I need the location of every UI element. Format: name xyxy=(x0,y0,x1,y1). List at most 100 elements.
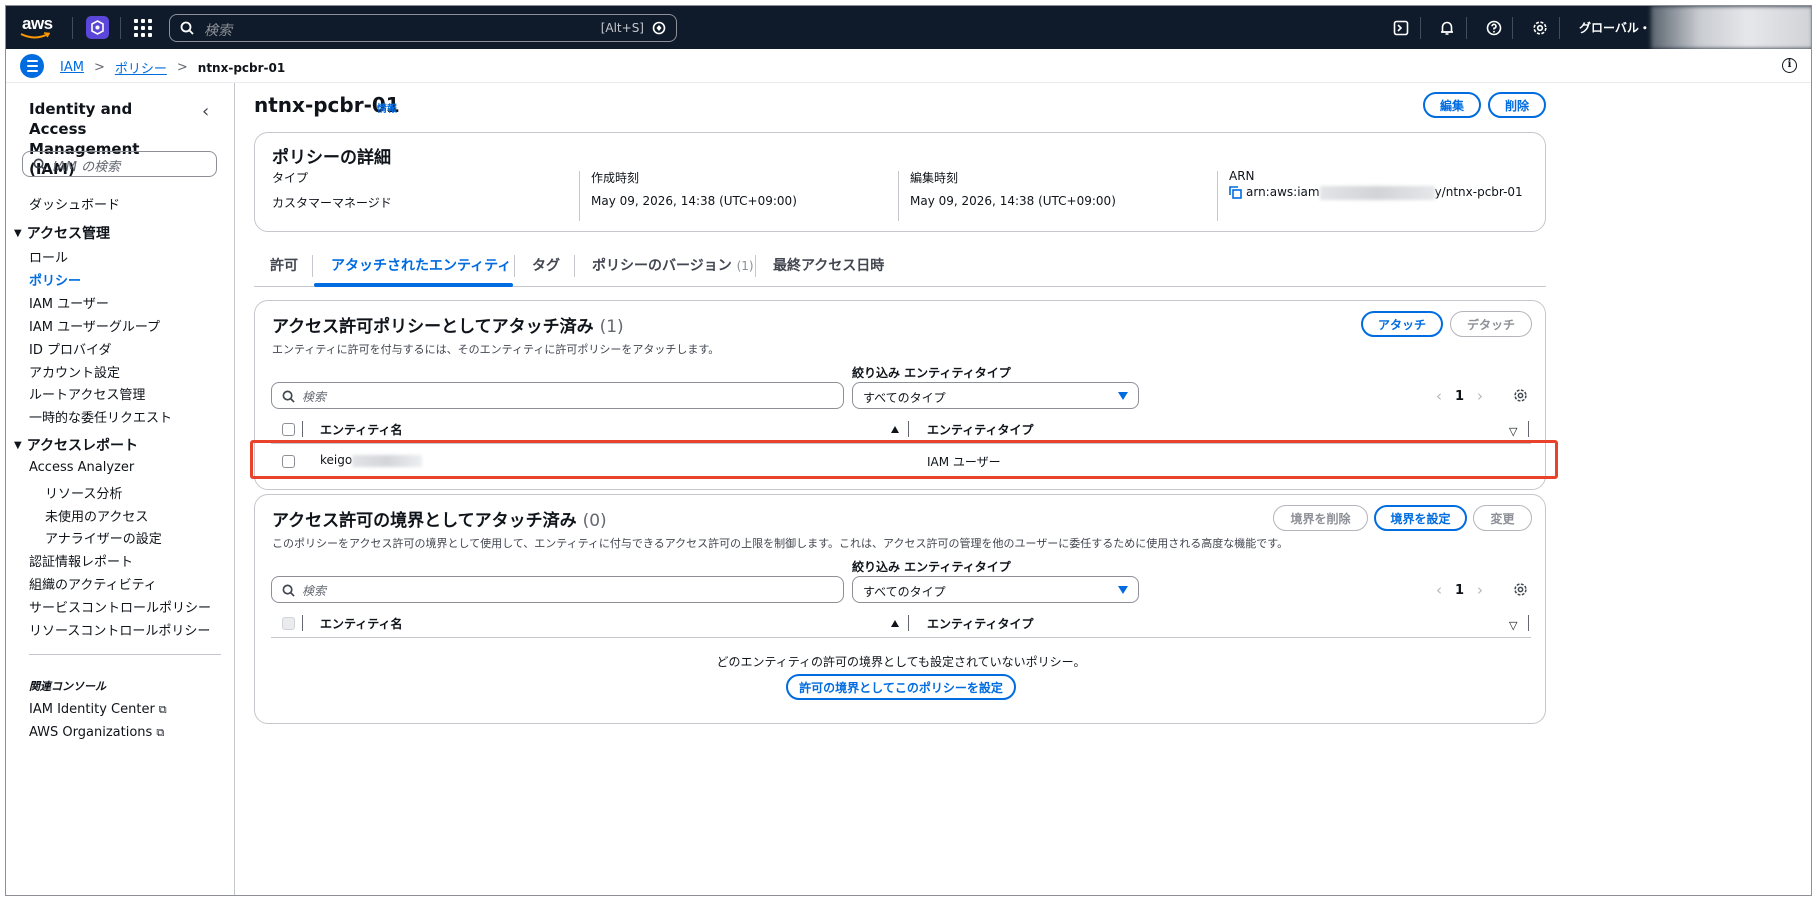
sidebar-item-user-groups[interactable]: IAM ユーザーグループ xyxy=(29,316,160,335)
breadcrumb-bar: IAM > ポリシー > ntnx-pcbr-01 i xyxy=(6,49,1811,83)
breadcrumb-iam[interactable]: IAM xyxy=(60,60,84,75)
remove-boundary-button[interactable]: 境界を削除 xyxy=(1273,505,1368,531)
service-icon[interactable] xyxy=(86,16,109,39)
sort-descending-icon[interactable]: ▽ xyxy=(1509,619,1517,632)
nav-divider xyxy=(120,17,121,39)
sidebar-item-org-activity[interactable]: 組織のアクティビティ xyxy=(29,574,157,593)
next-page-icon[interactable]: › xyxy=(1477,387,1483,405)
delete-button[interactable]: 削除 xyxy=(1488,92,1546,118)
boundary-search-input[interactable]: 検索 xyxy=(271,576,844,603)
prev-page-icon[interactable]: ‹ xyxy=(1436,581,1442,599)
collapse-sidebar-icon[interactable]: ‹ xyxy=(202,101,209,122)
search-icon xyxy=(33,158,46,171)
sort-ascending-icon[interactable] xyxy=(891,620,899,627)
apps-grid-icon[interactable] xyxy=(133,18,153,38)
tab-divider xyxy=(312,255,313,277)
redacted-arn xyxy=(1319,185,1435,200)
sidebar-item-roles[interactable]: ロール xyxy=(29,247,68,266)
pagination: ‹ 1 › xyxy=(1436,387,1483,405)
global-search-input[interactable]: 検索 [Alt+S] xyxy=(169,14,677,42)
account-menu[interactable] xyxy=(1651,6,1811,49)
sidebar-item-rcp[interactable]: リソースコントロールポリシー xyxy=(29,620,210,639)
sidebar-item-policies[interactable]: ポリシー xyxy=(29,270,81,289)
set-as-boundary-button[interactable]: 許可の境界としてこのポリシーを設定 xyxy=(786,674,1016,700)
sidebar-item-resource-analysis[interactable]: リソース分析 xyxy=(45,483,122,502)
nav-divider xyxy=(1512,17,1513,39)
permissions-boundary-card: アクセス許可の境界としてアタッチ済み (0) このポリシーをアクセス許可の境界と… xyxy=(254,494,1546,724)
sort-ascending-icon[interactable] xyxy=(891,426,899,433)
sidebar-item-iam-users[interactable]: IAM ユーザー xyxy=(29,293,109,312)
top-navigation: aws 検索 [Alt+S] グローバル・ xyxy=(6,6,1811,49)
column-divider xyxy=(302,615,303,631)
cloudshell-icon[interactable] xyxy=(1391,18,1411,38)
sidebar-item-analyzer-settings[interactable]: アナライザーの設定 xyxy=(45,528,162,547)
sidebar-item-account-settings[interactable]: アカウント設定 xyxy=(29,362,120,381)
table-settings-gear-icon[interactable] xyxy=(1513,582,1528,597)
policy-details-card: ポリシーの詳細 タイプ カスタマーマネージド 作成時刻 May 09, 2026… xyxy=(254,132,1546,232)
external-link-icon: ⧉ xyxy=(156,726,165,739)
boundary-entity-type-select[interactable]: すべてのタイプ xyxy=(852,576,1139,603)
column-header-entity-name[interactable]: エンティティ名 xyxy=(320,421,403,438)
column-header-entity-type[interactable]: エンティティタイプ xyxy=(927,421,1034,438)
tab-policy-versions[interactable]: ポリシーのバージョン (1) xyxy=(592,255,754,275)
column-divider xyxy=(1528,421,1529,437)
copy-icon[interactable] xyxy=(1229,186,1242,199)
detach-button[interactable]: デタッチ xyxy=(1450,311,1532,337)
next-page-icon[interactable]: › xyxy=(1477,581,1483,599)
sidebar-item-access-analyzer[interactable]: Access Analyzer xyxy=(29,460,134,475)
sidebar-link-organizations[interactable]: AWS Organizations ⧉ xyxy=(29,725,164,740)
help-icon[interactable] xyxy=(1484,18,1504,38)
main-content: ntnx-pcbr-01 情報 編集 削除 ポリシーの詳細 タイプ カスタマーマ… xyxy=(235,83,1811,895)
filter-label: 絞り込み エンティティタイプ xyxy=(852,560,1011,574)
change-button[interactable]: 変更 xyxy=(1473,505,1532,531)
tab-attached-entities[interactable]: アタッチされたエンティティ xyxy=(331,255,511,275)
aws-smile-icon xyxy=(20,32,50,39)
search-icon xyxy=(180,21,194,35)
detail-divider xyxy=(1217,171,1218,221)
dropdown-triangle-icon xyxy=(1118,586,1128,594)
entity-search-input[interactable]: 検索 xyxy=(271,382,844,409)
sidebar-item-scp[interactable]: サービスコントロールポリシー xyxy=(29,597,211,616)
sidebar-item-root-access[interactable]: ルートアクセス管理 xyxy=(29,384,145,403)
table-settings-gear-icon[interactable] xyxy=(1513,388,1528,403)
info-link[interactable]: 情報 xyxy=(377,100,397,115)
row-checkbox[interactable] xyxy=(282,455,295,468)
column-header-entity-name[interactable]: エンティティ名 xyxy=(320,615,403,632)
sidebar-item-unused-access[interactable]: 未使用のアクセス xyxy=(45,506,148,525)
table-row[interactable]: keigo IAM ユーザー xyxy=(271,445,1531,477)
page-number[interactable]: 1 xyxy=(1455,583,1464,598)
tab-tags[interactable]: タグ xyxy=(532,255,560,275)
bell-icon[interactable] xyxy=(1437,18,1457,38)
sidebar-item-identity-providers[interactable]: ID プロバイダ xyxy=(29,339,111,358)
sidebar-group-access-reports[interactable]: ▼ アクセスレポート xyxy=(14,435,138,455)
attach-button[interactable]: アタッチ xyxy=(1361,311,1443,337)
sort-descending-icon[interactable]: ▽ xyxy=(1509,425,1517,438)
edit-button[interactable]: 編集 xyxy=(1423,92,1481,118)
gear-icon[interactable] xyxy=(1530,18,1550,38)
region-selector[interactable]: グローバル・ xyxy=(1579,19,1651,36)
select-all-checkbox[interactable] xyxy=(282,423,295,436)
sidebar-search-input[interactable]: IAM の検索 xyxy=(22,151,217,177)
table-header: エンティティ名 エンティティタイプ ▽ xyxy=(271,416,1531,444)
empty-state-text: どのエンティティの許可の境界としても設定されていないポリシー。 xyxy=(716,655,1086,669)
sidebar-item-credential-report[interactable]: 認証情報レポート xyxy=(29,551,133,570)
sidebar-item-dashboard[interactable]: ダッシュボード xyxy=(29,194,120,213)
select-all-checkbox[interactable] xyxy=(282,617,295,630)
set-boundary-button[interactable]: 境界を設定 xyxy=(1374,505,1467,531)
tab-last-accessed[interactable]: 最終アクセス日時 xyxy=(773,255,884,275)
entity-type-cell: IAM ユーザー xyxy=(927,455,1001,469)
breadcrumb-policies[interactable]: ポリシー xyxy=(115,58,167,77)
page-number[interactable]: 1 xyxy=(1455,389,1464,404)
sidebar: Identity and Access Management (IAM) ‹ I… xyxy=(6,83,235,895)
breadcrumb-current: ntnx-pcbr-01 xyxy=(197,60,286,75)
entity-type-select[interactable]: すべてのタイプ xyxy=(852,382,1139,409)
aws-logo[interactable]: aws xyxy=(20,14,64,42)
tab-permissions[interactable]: 許可 xyxy=(270,255,298,275)
menu-icon[interactable] xyxy=(20,54,44,78)
info-icon[interactable]: i xyxy=(1782,58,1797,73)
sidebar-item-temp-delegation[interactable]: 一時的な委任リクエスト xyxy=(29,407,172,426)
prev-page-icon[interactable]: ‹ xyxy=(1436,387,1442,405)
column-header-entity-type[interactable]: エンティティタイプ xyxy=(927,615,1034,632)
sidebar-group-access-management[interactable]: ▼ アクセス管理 xyxy=(14,223,110,243)
sidebar-link-identity-center[interactable]: IAM Identity Center ⧉ xyxy=(29,702,167,717)
